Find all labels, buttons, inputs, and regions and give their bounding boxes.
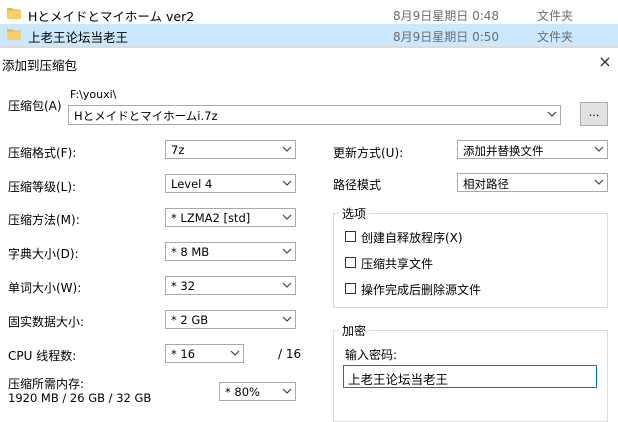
chevron-down-icon: [282, 316, 292, 322]
solid-value: * 2 GB: [171, 313, 209, 327]
shared-checkbox[interactable]: [345, 257, 356, 268]
cpu-label: CPU 线程数:: [8, 349, 77, 363]
archive-name-value: Hとメイドとマイホームi.7z: [74, 109, 218, 123]
update-label: 更新方式(U):: [333, 146, 404, 160]
method-combo[interactable]: * LZMA2 [std]: [165, 208, 296, 227]
password-value: 上老王论坛当老王: [348, 372, 449, 387]
level-combo[interactable]: Level 4: [165, 174, 296, 193]
file-type: 文件夹: [537, 9, 574, 23]
file-date: 8月9日星期日 0:50: [393, 30, 500, 44]
file-name: 上老王论坛当老王: [28, 30, 129, 45]
dict-value: * 8 MB: [171, 245, 210, 259]
close-icon[interactable]: ×: [596, 54, 614, 72]
word-value: * 32: [171, 279, 196, 293]
shared-label: 压缩共享文件: [361, 257, 434, 271]
format-label: 压缩格式(F):: [8, 146, 77, 160]
sfx-label: 创建自释放程序(X): [361, 231, 463, 245]
file-type: 文件夹: [537, 30, 574, 44]
delete-source-label: 操作完成后删除源文件: [361, 283, 482, 297]
format-value: 7z: [171, 143, 185, 157]
chevron-down-icon: [547, 111, 557, 117]
archive-path: F:\youxi\: [70, 88, 117, 101]
level-value: Level 4: [171, 177, 213, 191]
encrypt-title: 加密: [339, 322, 370, 339]
dialog-border: [0, 46, 618, 48]
folder-icon: [7, 8, 21, 19]
archive-label: 压缩包(A): [8, 99, 62, 113]
chevron-down-icon: [282, 248, 292, 254]
word-label: 单词大小(W):: [8, 281, 82, 295]
cpu-total: / 16: [278, 347, 302, 361]
file-row-selected[interactable]: 上老王论坛当老王 8月9日星期日 0:50 文件夹: [0, 24, 618, 46]
chevron-down-icon: [230, 350, 240, 356]
solid-combo[interactable]: * 2 GB: [165, 310, 296, 329]
memory-value: 1920 MB / 26 GB / 32 GB: [8, 391, 152, 405]
memory-percent-value: * 80%: [225, 385, 260, 399]
chevron-down-icon: [282, 388, 292, 394]
chevron-down-icon: [594, 179, 604, 185]
password-input[interactable]: 上老王论坛当老王: [343, 365, 597, 388]
update-value: 添加并替换文件: [463, 144, 544, 158]
dict-label: 字典大小(D):: [8, 247, 79, 261]
word-combo[interactable]: * 32: [165, 276, 296, 295]
sfx-checkbox[interactable]: [345, 231, 356, 242]
password-label: 输入密码:: [345, 348, 398, 362]
method-value: * LZMA2 [std]: [171, 211, 251, 225]
pathmode-value: 相对路径: [463, 177, 509, 191]
pathmode-combo[interactable]: 相对路径: [457, 173, 608, 192]
chevron-down-icon: [282, 282, 292, 288]
cpu-value: * 16: [171, 347, 196, 361]
file-name: Hとメイドとマイホーム ver2: [28, 9, 195, 24]
method-label: 压缩方法(M):: [8, 213, 80, 227]
file-date: 8月9日星期日 0:48: [393, 9, 500, 23]
level-label: 压缩等级(L):: [8, 180, 77, 194]
memory-percent-combo[interactable]: * 80%: [219, 382, 296, 401]
update-combo[interactable]: 添加并替换文件: [457, 140, 608, 159]
options-title: 选项: [339, 205, 370, 222]
delete-source-checkbox[interactable]: [345, 283, 356, 294]
chevron-down-icon: [282, 214, 292, 220]
solid-label: 固实数据大小:: [8, 315, 85, 329]
archive-name-combo[interactable]: Hとメイドとマイホームi.7z: [68, 105, 561, 125]
dialog-title: 添加到压缩包: [2, 58, 78, 73]
chevron-down-icon: [594, 146, 604, 152]
dict-combo[interactable]: * 8 MB: [165, 242, 296, 261]
file-row[interactable]: Hとメイドとマイホーム ver2 8月9日星期日 0:48 文件夹: [0, 3, 618, 25]
folder-icon: [7, 29, 21, 40]
memory-label: 压缩所需内存:: [8, 377, 85, 391]
cpu-combo[interactable]: * 16: [165, 344, 244, 363]
chevron-down-icon: [282, 180, 292, 186]
pathmode-label: 路径模式: [333, 178, 382, 192]
chevron-down-icon: [282, 146, 292, 152]
browse-button[interactable]: ...: [580, 102, 608, 126]
format-combo[interactable]: 7z: [165, 140, 296, 159]
